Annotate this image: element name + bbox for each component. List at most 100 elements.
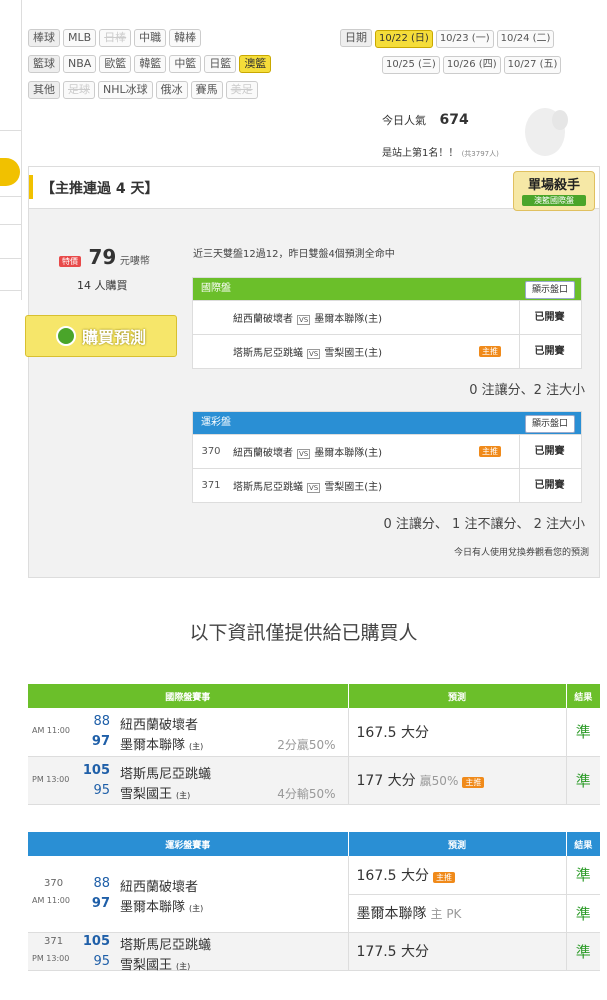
sport-pill-baseball-3[interactable]: 韓棒	[169, 29, 202, 47]
sport-pill-basketball-4[interactable]: 日籃	[204, 55, 237, 73]
main-pick-badge: 主推	[433, 871, 456, 883]
home-team: 雪梨國王	[120, 957, 173, 973]
home-marker: (主)	[176, 961, 191, 971]
match-number: 371	[44, 935, 64, 947]
lottery-show-odds-button[interactable]: 顯示盤口	[524, 415, 575, 433]
sport-pill-baseball-2[interactable]: 中職	[134, 29, 167, 47]
header-event: 國際盤賽事	[28, 684, 349, 708]
home-score: 97	[91, 896, 110, 911]
match-time: AM 11:00	[32, 896, 70, 905]
result-cell: 準	[575, 942, 591, 961]
date-pill[interactable]: 10/22 (日)	[375, 30, 433, 48]
match-status: 已開賽	[519, 334, 579, 369]
prediction: 167.5 大分	[356, 867, 430, 884]
home-team: 墨爾本聯隊(主)	[314, 448, 383, 459]
baseball-row: 棒球 MLB 日棒 中職 韓棒	[28, 26, 204, 47]
badge-subtitle: 澳籃國際盤	[522, 195, 586, 206]
header-event: 運彩盤賽事	[28, 832, 349, 856]
intl-show-odds-button[interactable]: 顯示盤口	[524, 281, 575, 299]
match-number: 370	[44, 878, 64, 889]
away-team: 塔斯馬尼亞跳蟻	[233, 348, 303, 359]
home-score: 95	[93, 782, 110, 798]
sport-pill-baseball-0[interactable]: MLB	[63, 29, 97, 47]
away-score: 105	[82, 933, 110, 949]
header-prediction: 預測	[348, 684, 567, 708]
home-marker: (主)	[189, 742, 204, 751]
special-tag: 特價	[59, 256, 81, 267]
prediction-cell: 177.5 大分	[348, 932, 567, 970]
date-selector: 日期 10/22 (日) 10/23 (一) 10/24 (二)	[340, 26, 557, 48]
lottery-footer: 0 注讓分、 1 注不讓分、 2 注大小	[383, 517, 585, 532]
table-row: AM 11:00 88 紐西蘭破壞者 97 墨爾本聯隊 (主) 2分贏50% 167.5 大分…	[28, 708, 600, 756]
home-team: 雪梨國王	[120, 786, 173, 802]
match-row: 371 塔斯馬尼亞跳蟻 VS 雪梨國王(主) 已開賽	[193, 468, 581, 503]
date-pill[interactable]: 10/24 (二)	[496, 30, 555, 48]
intl-title: 國際盤	[201, 283, 231, 294]
sport-pill-other-3[interactable]: 賽馬	[190, 81, 223, 99]
sport-pill-basketball-5[interactable]: 澳籃	[239, 55, 272, 73]
coin-icon	[55, 326, 76, 346]
away-team: 塔斯馬尼亞跳蟻	[120, 937, 212, 953]
date-pill[interactable]: 10/25 (三)	[382, 56, 440, 74]
result-cell: 準	[575, 771, 591, 790]
table-row: 370 AM 11:00 88 紐西蘭破壞者 97 墨爾本聯隊 (主) 167.5 大分 主推準	[28, 856, 600, 932]
sport-pill-other-2[interactable]: 俄冰	[155, 81, 188, 99]
away-team: 塔斯馬尼亞跳蟻	[120, 766, 212, 782]
home-team: 墨爾本聯隊	[120, 738, 186, 753]
sport-pill-other-4[interactable]: 美足	[225, 81, 258, 99]
sport-pill-basketball-0[interactable]: NBA	[63, 55, 97, 73]
spread-result: 4分輸50%	[277, 786, 336, 801]
date-pill[interactable]: 10/26 (四)	[442, 56, 501, 74]
match-number: 371	[201, 480, 221, 491]
event-cell: PM 13:00 105 塔斯馬尼亞跳蟻 95 雪梨國王 (主) 4分輸50%	[28, 756, 349, 804]
match-row: 紐西蘭破壞者 VS 墨爾本聯隊(主) 已開賽	[193, 300, 581, 335]
promo-summary: 近三天雙盤12過12，昨日雙盤4個預測全命中	[193, 249, 395, 260]
home-marker: (主)	[176, 790, 191, 800]
away-team: 塔斯馬尼亞跳蟻	[233, 482, 303, 493]
home-team: 墨爾本聯隊	[120, 900, 186, 915]
home-score: 97	[91, 734, 110, 749]
category-label-other: 其他	[28, 81, 60, 99]
basketball-row: 籃球 NBA 歐籃 韓籃 中籃 日籃 澳籃	[28, 52, 274, 73]
sport-pill-basketball-3[interactable]: 中籃	[169, 55, 202, 73]
buy-button[interactable]: 購買預測	[25, 315, 177, 357]
match-status: 已開賽	[519, 434, 579, 469]
main-tag-slot: 主推	[479, 346, 519, 357]
category-label-baseball: 棒球	[28, 29, 60, 47]
buyers-count: 14 人購買	[77, 279, 128, 292]
result-table-intl: 國際盤賽事 預測 結果 AM 11:00 88 紐西蘭破壞者 97 墨爾本聯隊 (主) 2分…	[28, 684, 600, 805]
event-cell: 371 PM 13:00 105 塔斯馬尼亞跳蟻 95 雪梨國王 (主)	[28, 932, 349, 973]
sport-pill-other-0[interactable]: 足球	[63, 81, 95, 99]
prediction-cell: 167.5 大分	[348, 708, 567, 756]
lottery-title: 運彩盤	[201, 417, 231, 428]
badge-single-killer: 單場殺手 澳籃國際盤	[513, 171, 595, 211]
prediction: 177.5 大分	[356, 944, 430, 960]
date-pill[interactable]: 10/23 (一)	[435, 30, 494, 48]
voucher-note: 今日有人使用兌換券觀看您的預測	[453, 548, 589, 558]
main-pick-badge: 主推	[479, 446, 501, 457]
sport-pill-basketball-2[interactable]: 韓籃	[134, 55, 167, 73]
date-label: 日期	[340, 29, 372, 47]
sport-pill-other-1[interactable]: NHL冰球	[98, 81, 153, 99]
sport-pill-baseball-1[interactable]: 日棒	[99, 29, 132, 47]
prediction-cell: 167.5 大分 主推	[348, 856, 567, 894]
away-team: 紐西蘭破壞者	[233, 448, 293, 459]
rank-text: 是站上第1名！！	[382, 148, 459, 159]
event-cell: AM 11:00 88 紐西蘭破壞者 97 墨爾本聯隊 (主) 2分贏50%	[28, 708, 349, 756]
event-cell: 370 AM 11:00 88 紐西蘭破壞者 97 墨爾本聯隊 (主)	[28, 856, 349, 932]
sport-pill-basketball-1[interactable]: 歐籃	[99, 55, 132, 73]
away-team: 紐西蘭破壞者	[120, 718, 199, 733]
header-prediction: 預測	[348, 832, 567, 856]
match-row: 塔斯馬尼亞跳蟻 VS 雪梨國王(主) 主推 已開賽	[193, 334, 581, 369]
vs-icon: VS	[297, 315, 311, 325]
prediction-extra: 贏50%	[419, 774, 459, 788]
home-team-wrap: 墨爾本聯隊 (主)	[120, 734, 203, 753]
date-pill[interactable]: 10/27 (五)	[503, 56, 562, 74]
home-team-wrap: 雪梨國王 (主)	[120, 783, 190, 802]
popularity: 今日人氣 674	[382, 112, 469, 128]
match-status: 已開賽	[519, 468, 579, 503]
popularity-rank: 是站上第1名！！ (共3797人)	[382, 144, 499, 159]
table-row: 371 PM 13:00 105 塔斯馬尼亞跳蟻 95 雪梨國王 (主) 177.5 大分 準	[28, 932, 600, 973]
result-cell: 準	[575, 866, 591, 885]
prediction: 167.5 大分	[356, 724, 430, 741]
